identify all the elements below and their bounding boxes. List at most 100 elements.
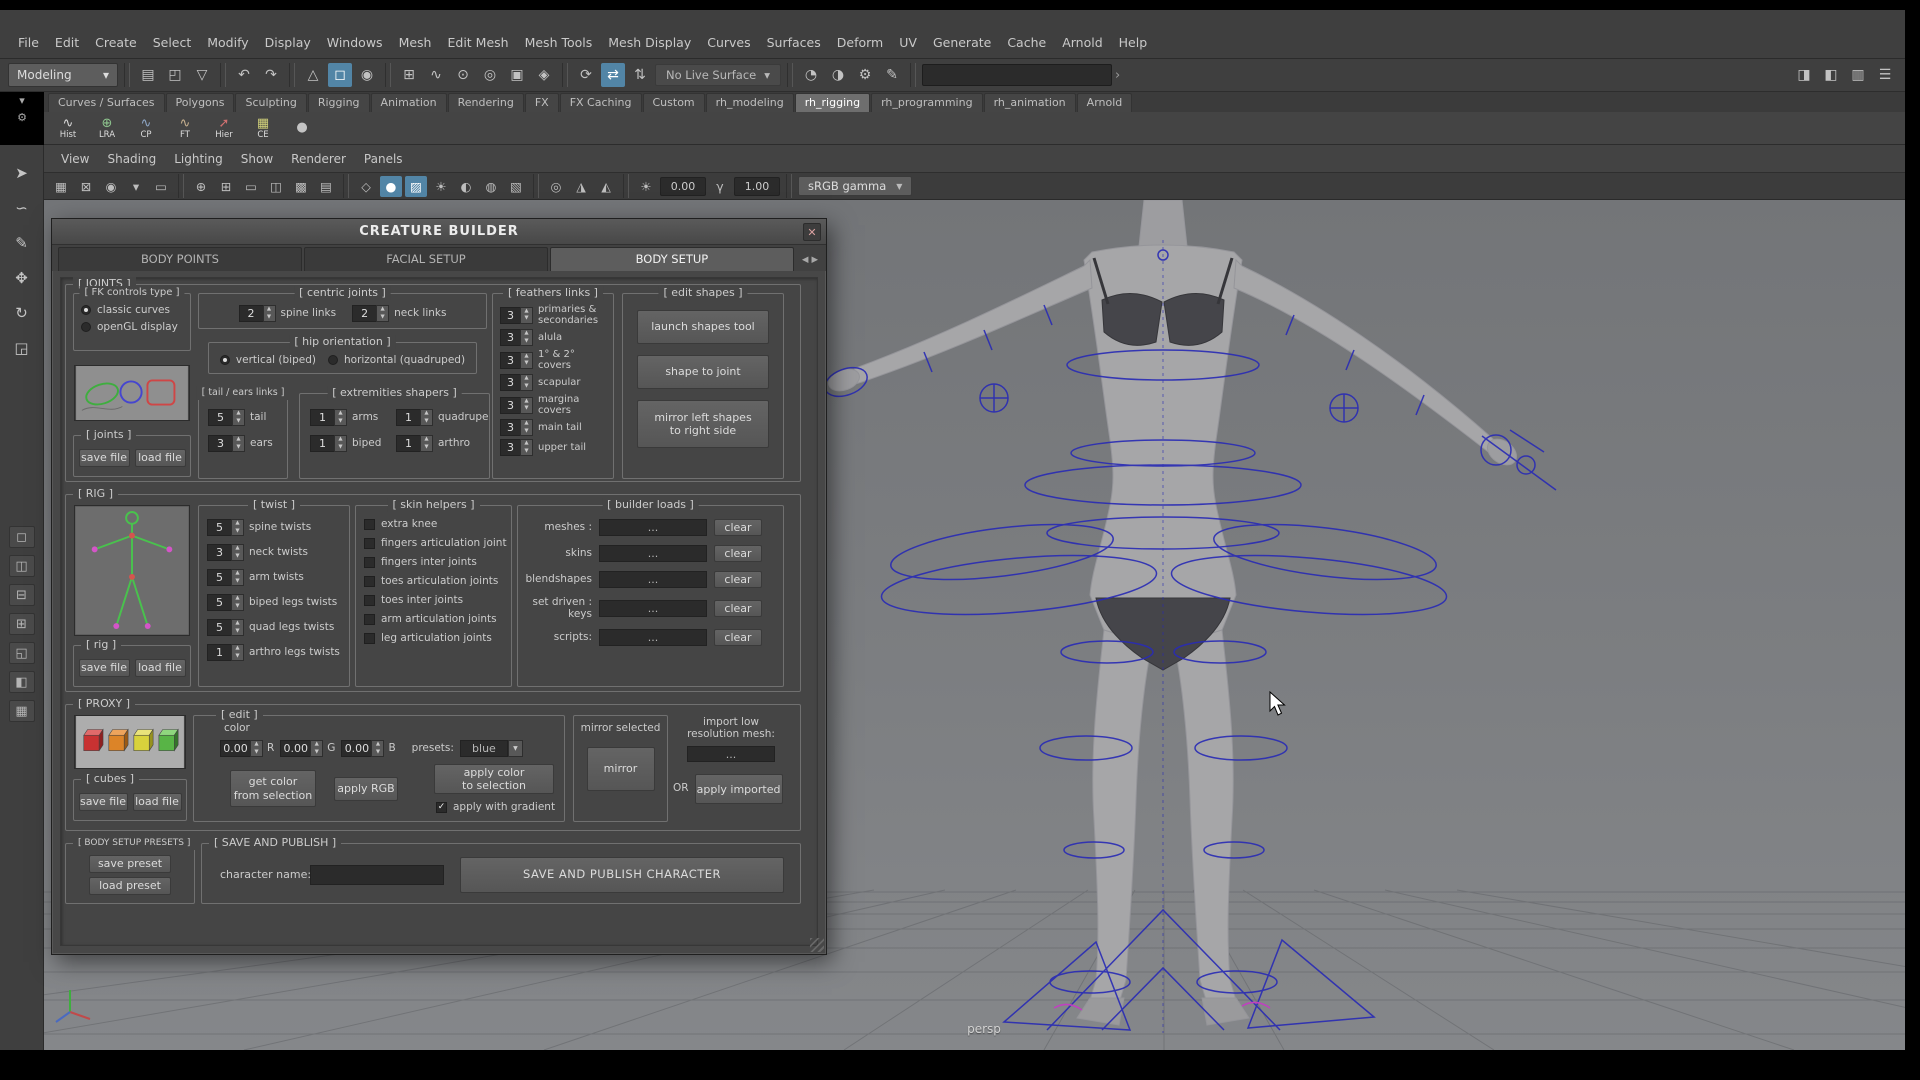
- fk-type-radio[interactable]: openGL display: [81, 321, 183, 333]
- snap-view-plane-icon[interactable]: ▣: [505, 63, 529, 87]
- lasso-select-tool[interactable]: ∽: [7, 194, 37, 222]
- image-plane-icon[interactable]: ▭: [150, 176, 172, 197]
- builder-load-path-field[interactable]: ...: [599, 519, 707, 536]
- layout-single-pane[interactable]: ◻: [9, 526, 35, 548]
- menu-item[interactable]: Mesh Display: [600, 31, 699, 54]
- shelf-tab[interactable]: Custom: [643, 93, 705, 112]
- builder-load-path-field[interactable]: ...: [599, 571, 707, 588]
- close-icon[interactable]: ✕: [803, 223, 821, 241]
- spinner-field[interactable]: 3 ▲▼: [500, 374, 533, 391]
- creature-builder-tab[interactable]: BODY POINTS: [58, 247, 302, 271]
- layout-three-panes-split[interactable]: ◱: [9, 642, 35, 664]
- menu-item[interactable]: Generate: [925, 31, 999, 54]
- open-scene-icon[interactable]: ◰: [163, 63, 187, 87]
- command-input[interactable]: [922, 64, 1112, 86]
- spinner-field[interactable]: 3 ▲▼: [500, 307, 533, 324]
- shaded-icon[interactable]: ●: [380, 176, 402, 197]
- skin-helper-checkbox[interactable]: ✓ arm articulation joints: [364, 613, 511, 625]
- shelf-hist-button[interactable]: ∿ Hist: [50, 113, 86, 144]
- apply-with-gradient-checkbox[interactable]: ✓ apply with gradient: [436, 801, 555, 813]
- preset-dropdown[interactable]: blue ▼: [460, 740, 523, 757]
- save-preset-button[interactable]: save preset: [89, 855, 171, 873]
- tab-scroll-left-icon[interactable]: ◀: [802, 255, 809, 265]
- lock-camera-icon[interactable]: ⊠: [75, 176, 97, 197]
- menu-item[interactable]: Edit: [47, 31, 87, 54]
- spinner-field[interactable]: 2 ▲▼: [239, 305, 276, 322]
- snap-projected-center-icon[interactable]: ◎: [478, 63, 502, 87]
- spinner-field[interactable]: 1 ▲▼: [396, 435, 433, 452]
- select-tool[interactable]: ➤: [7, 159, 37, 187]
- attribute-editor-toggle-icon[interactable]: ◨: [1792, 63, 1816, 87]
- shelf-tab[interactable]: Rendering: [448, 93, 524, 112]
- spinner-field[interactable]: 2 ▲▼: [352, 305, 389, 322]
- apply-rgb-button[interactable]: apply RGB: [334, 777, 398, 801]
- channel-field[interactable]: 0.00 ▲▼: [341, 740, 384, 757]
- scale-tool[interactable]: ◲: [7, 334, 37, 362]
- channel-box-toggle-icon[interactable]: ▥: [1846, 63, 1870, 87]
- output-connections-icon[interactable]: ⇅: [628, 63, 652, 87]
- spinner-field[interactable]: 5 ▲▼: [208, 409, 245, 426]
- layout-two-panes-stacked[interactable]: ⊟: [9, 584, 35, 606]
- layout-hypershade-persp[interactable]: ▦: [9, 700, 35, 722]
- spinner-field[interactable]: 3 ▲▼: [500, 439, 533, 456]
- spinner-field[interactable]: 1 ▲▼: [207, 644, 244, 661]
- shelf-ce-button[interactable]: ▦ CE: [245, 113, 281, 144]
- shelf-tab[interactable]: Animation: [371, 93, 447, 112]
- ipr-render-icon[interactable]: ◑: [826, 63, 850, 87]
- shelf-tab[interactable]: FX Caching: [560, 93, 642, 112]
- layout-two-panes-side[interactable]: ◫: [9, 555, 35, 577]
- skin-helper-checkbox[interactable]: ✓ fingers articulation joint: [364, 537, 511, 549]
- live-surface-selector[interactable]: No Live Surface ▾: [655, 64, 781, 86]
- layout-four-panes[interactable]: ⊞: [9, 613, 35, 635]
- new-scene-icon[interactable]: ▤: [136, 63, 160, 87]
- hip-orientation-radio[interactable]: vertical (biped): [220, 354, 316, 366]
- menu-item[interactable]: UV: [891, 31, 925, 54]
- tab-scroll-right-icon[interactable]: ▶: [811, 255, 818, 265]
- select-camera-icon[interactable]: ▦: [50, 176, 72, 197]
- shelf-tab[interactable]: rh_modeling: [706, 93, 794, 112]
- import-low-path-field[interactable]: ...: [687, 746, 775, 762]
- mirror-left-shapes-button[interactable]: mirror left shapes to right side: [637, 400, 769, 448]
- menu-item[interactable]: Surfaces: [759, 31, 829, 54]
- input-connections-icon[interactable]: ⇄: [601, 63, 625, 87]
- wireframe-icon[interactable]: ◇: [355, 176, 377, 197]
- spinner-field[interactable]: 3 ▲▼: [500, 329, 533, 346]
- menu-item[interactable]: Display: [257, 31, 319, 54]
- builder-load-clear-button[interactable]: clear: [714, 571, 762, 588]
- save-scene-icon[interactable]: ▽: [190, 63, 214, 87]
- shelf-tab-selector-icon[interactable]: ▾: [19, 94, 25, 107]
- move-tool[interactable]: ✥: [7, 264, 37, 292]
- spinner-field[interactable]: 1 ▲▼: [396, 409, 433, 426]
- menu-item[interactable]: Deform: [829, 31, 891, 54]
- cubes-save-file-button[interactable]: save file: [79, 793, 128, 811]
- panel-menu-item[interactable]: Show: [232, 148, 282, 170]
- mirror-button[interactable]: mirror: [587, 747, 655, 791]
- creature-builder-titlebar[interactable]: CREATURE BUILDER ✕: [52, 219, 826, 245]
- window-resize-grip[interactable]: [810, 938, 824, 952]
- panel-menu-item[interactable]: Lighting: [165, 148, 232, 170]
- render-current-frame-icon[interactable]: ◔: [799, 63, 823, 87]
- select-component-icon[interactable]: ◉: [355, 63, 379, 87]
- lights-icon[interactable]: ☀: [430, 176, 452, 197]
- shelf-menu-icon[interactable]: ⚙: [17, 111, 27, 124]
- 2d-pan-zoom-icon[interactable]: ⊕: [190, 176, 212, 197]
- channel-field[interactable]: 0.00 ▲▼: [280, 740, 323, 757]
- creature-builder-tab[interactable]: FACIAL SETUP: [304, 247, 548, 271]
- grid-toggle-icon[interactable]: ⊞: [215, 176, 237, 197]
- shelf-cp-button[interactable]: ∿ CP: [128, 113, 164, 144]
- character-name-input[interactable]: [310, 865, 444, 885]
- snap-point-icon[interactable]: ⊙: [451, 63, 475, 87]
- spinner-field[interactable]: 3 ▲▼: [500, 397, 533, 414]
- builder-load-clear-button[interactable]: clear: [714, 629, 762, 646]
- workspace-menu-icon[interactable]: ☰: [1873, 63, 1897, 87]
- rotate-tool[interactable]: ↻: [7, 299, 37, 327]
- shelf-tab[interactable]: Curves / Surfaces: [48, 93, 165, 112]
- panel-menu-item[interactable]: Panels: [355, 148, 412, 170]
- shadows-icon[interactable]: ◐: [455, 176, 477, 197]
- spinner-field[interactable]: 3 ▲▼: [500, 352, 533, 369]
- spinner-field[interactable]: 5 ▲▼: [207, 594, 244, 611]
- occlusion-icon[interactable]: ◍: [480, 176, 502, 197]
- undo-icon[interactable]: ↶: [232, 63, 256, 87]
- panel-menu-item[interactable]: Renderer: [282, 148, 355, 170]
- builder-load-path-field[interactable]: ...: [599, 545, 707, 562]
